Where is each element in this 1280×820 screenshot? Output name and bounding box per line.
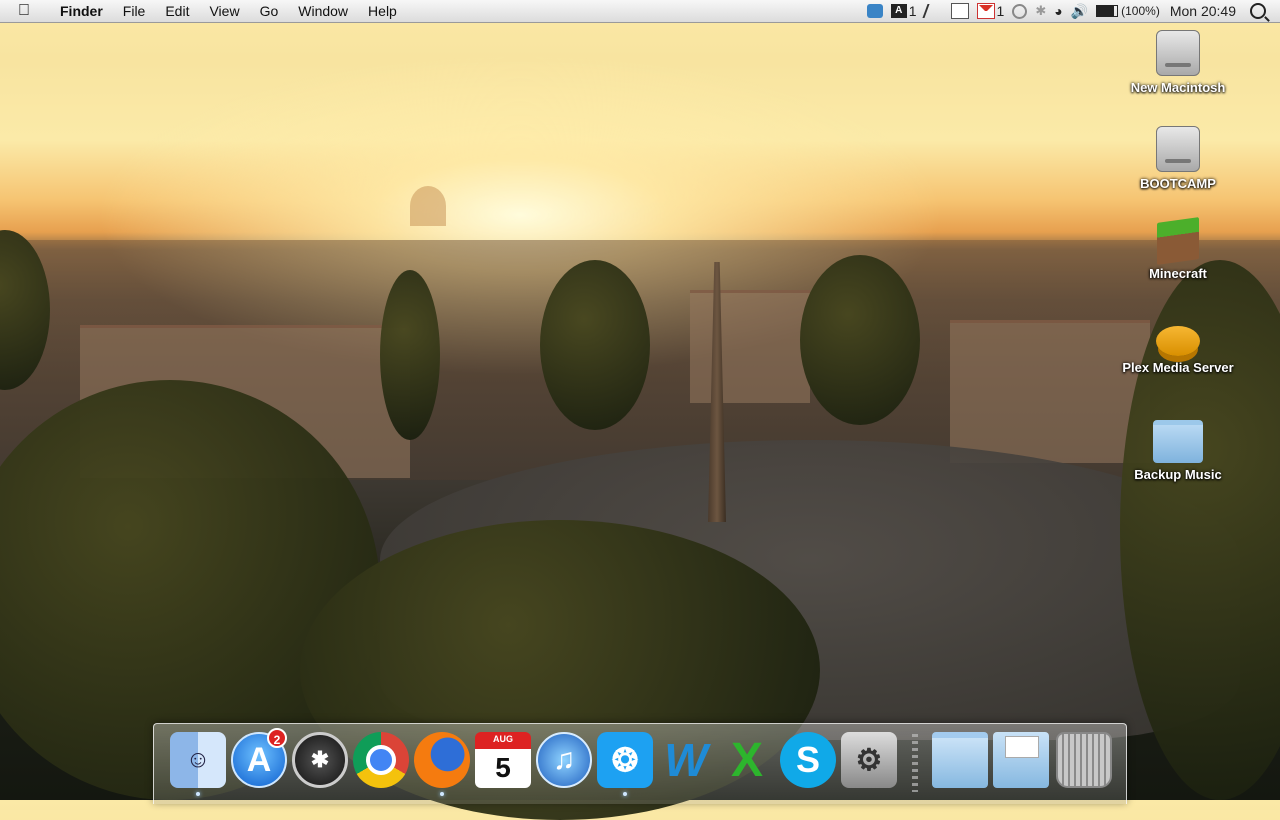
dropbox-icon xyxy=(866,4,883,18)
battery-percent: (100%) xyxy=(1121,4,1160,18)
dock-word[interactable]: W xyxy=(658,732,714,788)
notification-badge: 2 xyxy=(267,728,287,748)
apple-menu-icon[interactable]:  xyxy=(18,2,38,20)
dock-applications-folder[interactable] xyxy=(932,732,988,788)
calendar-day: 5 xyxy=(495,752,511,783)
desktop-icon-backup-music[interactable]: Backup Music xyxy=(1098,412,1258,482)
menu-clock[interactable]: Mon 20:49 xyxy=(1170,3,1236,19)
running-indicator xyxy=(623,792,627,796)
menu-view[interactable]: View xyxy=(199,0,249,22)
desktop-icon-label: Plex Media Server xyxy=(1122,360,1234,375)
dock-documents-folder[interactable] xyxy=(993,732,1049,788)
dock-finder[interactable]: ☺ xyxy=(170,732,226,796)
documents-folder-icon xyxy=(993,732,1049,788)
adobe-status[interactable]: A 1 xyxy=(890,3,917,19)
menu-go[interactable]: Go xyxy=(250,0,289,22)
word-icon: W xyxy=(664,734,708,786)
wifi-icon: ◕ xyxy=(1054,3,1063,19)
status-menus: A 1 1 ✱ ◕ 🔊 (100%) Mon 20:49 xyxy=(859,0,1280,22)
wallpaper-dome xyxy=(410,186,446,226)
itunes-icon: ♫ xyxy=(536,732,592,788)
dock-separator xyxy=(912,734,918,792)
time-machine-icon xyxy=(1012,3,1028,19)
volume-icon: 🔊 xyxy=(1070,2,1089,19)
desktop-icon-label: Backup Music xyxy=(1134,467,1222,482)
running-indicator xyxy=(196,792,200,796)
menu-help[interactable]: Help xyxy=(358,0,407,22)
excel-icon: X xyxy=(730,733,763,787)
bluetooth-status[interactable]: ✱ xyxy=(1035,3,1046,19)
calendar-icon: AUG 5 xyxy=(475,732,531,788)
running-indicator xyxy=(440,792,444,796)
desktop-icon-minecraft[interactable]: Minecraft xyxy=(1098,217,1258,281)
dock-system-preferences[interactable]: ⚙ xyxy=(841,732,897,788)
desktop-icon-label: Minecraft xyxy=(1149,266,1207,281)
wifi-status[interactable]: ◕ xyxy=(1054,3,1062,19)
finder-icon: ☺ xyxy=(170,732,226,788)
calendar-icon xyxy=(950,3,969,19)
dock: ☺ A 2 ✱ AUG 5 ♫ ❂ W X S ⚙ xyxy=(153,723,1127,804)
time-machine-status[interactable] xyxy=(1012,3,1028,19)
dock-chrome[interactable] xyxy=(353,732,409,788)
bluetooth-icon: ✱ xyxy=(1035,3,1047,18)
twitter-icon: ❂ xyxy=(597,732,653,788)
dock-itunes[interactable]: ♫ xyxy=(536,732,592,788)
dock-calendar[interactable]: AUG 5 xyxy=(475,732,531,788)
trash-icon xyxy=(1056,732,1112,788)
skype-icon: S xyxy=(780,732,836,788)
wallpaper-building xyxy=(690,290,810,403)
menu-bar:  Finder File Edit View Go Window Help A… xyxy=(0,0,1280,23)
desktop-icon-label: New Macintosh xyxy=(1130,80,1226,95)
calendar-month: AUG xyxy=(493,734,513,744)
dock-dashboard[interactable]: ✱ xyxy=(292,732,348,788)
adobe-icon: A xyxy=(890,4,907,18)
calendar-status[interactable] xyxy=(950,3,969,19)
desktop-icon-bootcamp[interactable]: BOOTCAMP xyxy=(1098,124,1258,191)
gmail-icon xyxy=(976,3,995,19)
chrome-icon xyxy=(353,732,409,788)
dock-firefox[interactable] xyxy=(414,732,470,796)
wallpaper-tree xyxy=(380,270,440,440)
gmail-status[interactable]: 1 xyxy=(976,3,1005,19)
wallpaper-tree xyxy=(0,230,50,390)
dock-skype[interactable]: S xyxy=(780,732,836,788)
minecraft-icon xyxy=(1157,217,1199,265)
desktop-icon-new-macintosh[interactable]: New Macintosh xyxy=(1098,28,1258,95)
plex-icon xyxy=(1156,326,1200,356)
wallpaper-tree xyxy=(800,255,920,425)
gmail-count: 1 xyxy=(996,3,1005,19)
battery-icon xyxy=(1096,5,1119,17)
spotlight-search-icon[interactable] xyxy=(1250,3,1266,19)
menu-file[interactable]: File xyxy=(113,0,156,22)
menu-app-finder[interactable]: Finder xyxy=(50,0,113,22)
dashboard-icon: ✱ xyxy=(292,732,348,788)
dock-excel[interactable]: X xyxy=(719,732,775,788)
dock-twitter[interactable]: ❂ xyxy=(597,732,653,796)
wallpaper-tree xyxy=(540,260,650,430)
battery-status[interactable]: (100%) xyxy=(1096,4,1160,18)
dock-app-store[interactable]: A 2 xyxy=(231,728,287,788)
dock-trash[interactable] xyxy=(1056,732,1112,788)
volume-status[interactable]: 🔊 xyxy=(1071,3,1088,20)
script-status[interactable] xyxy=(921,4,946,18)
menu-edit[interactable]: Edit xyxy=(155,0,199,22)
pen-icon xyxy=(921,4,946,18)
hard-drive-icon xyxy=(1156,126,1200,172)
folder-icon xyxy=(932,732,988,788)
folder-icon xyxy=(1153,420,1203,463)
firefox-icon xyxy=(414,732,470,788)
desktop-icon-label: BOOTCAMP xyxy=(1140,176,1216,191)
hard-drive-icon xyxy=(1156,30,1200,76)
desktop-icon-plex[interactable]: Plex Media Server xyxy=(1098,316,1258,375)
gear-icon: ⚙ xyxy=(841,732,897,788)
menu-window[interactable]: Window xyxy=(288,0,358,22)
dropbox-status[interactable] xyxy=(866,4,883,18)
adobe-count: 1 xyxy=(908,3,917,19)
